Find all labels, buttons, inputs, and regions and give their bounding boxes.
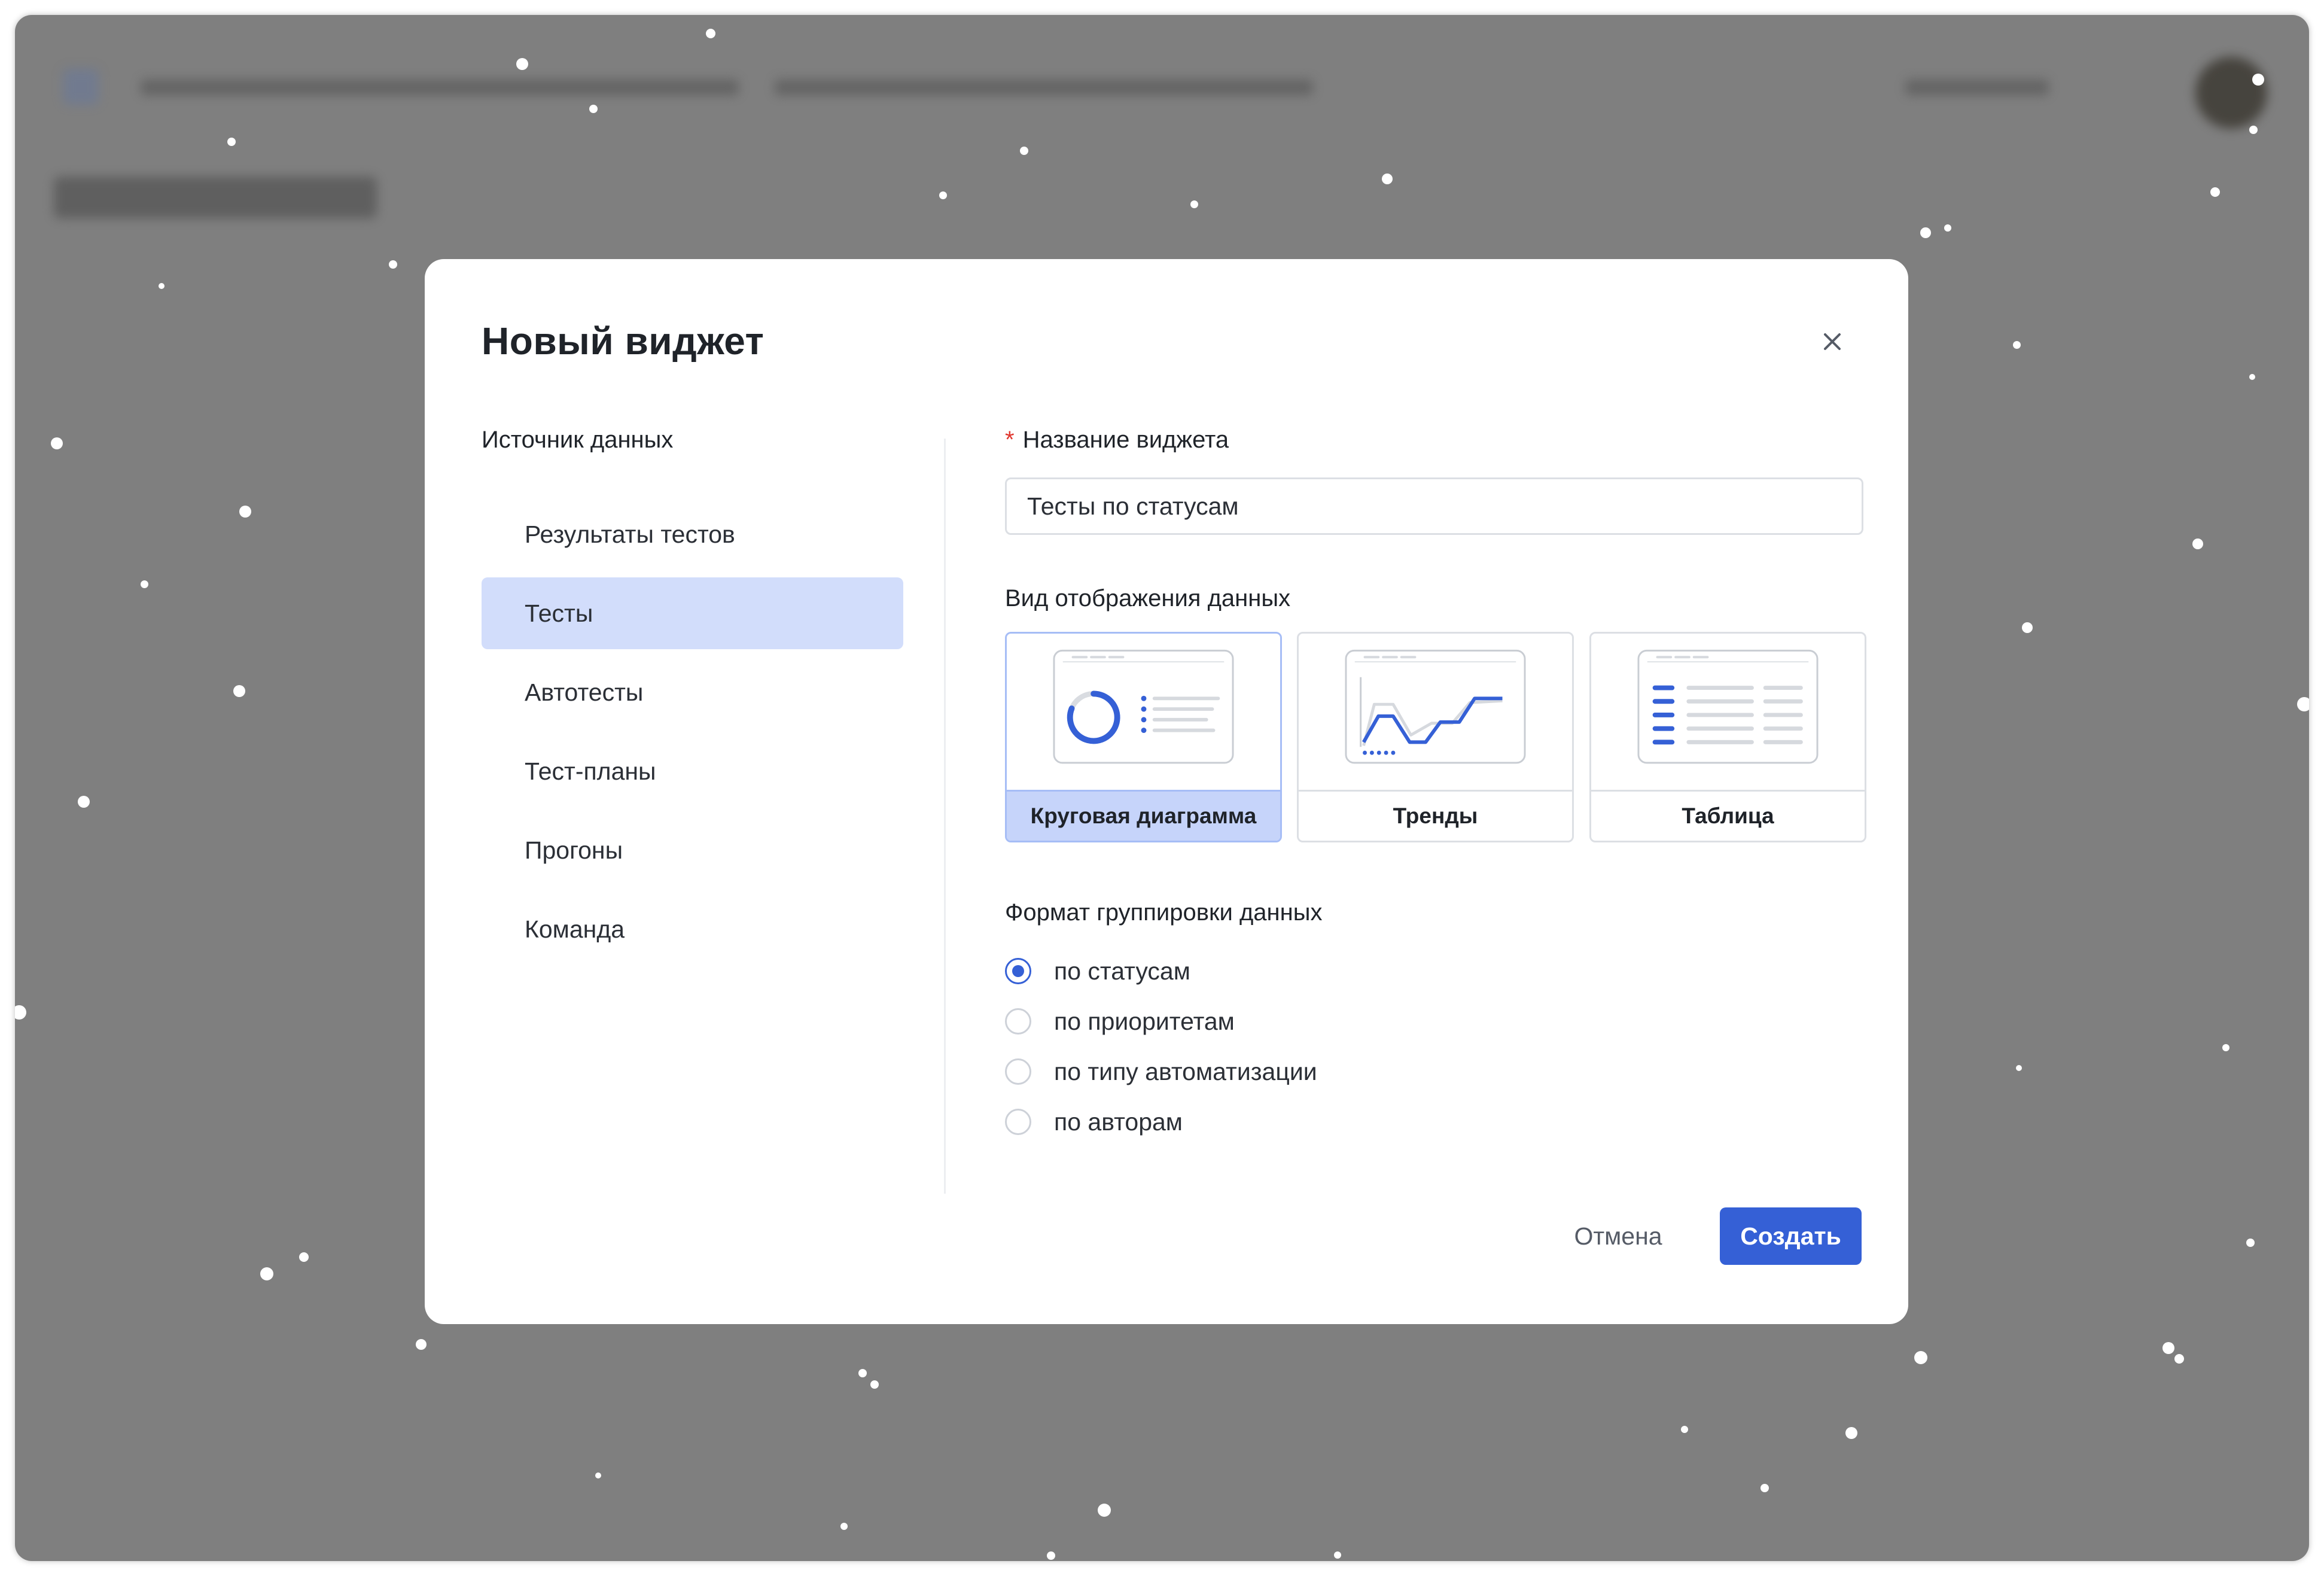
snowflake <box>2222 1044 2229 1051</box>
snowflake <box>595 1472 601 1478</box>
snowflake <box>1098 1504 1111 1517</box>
source-item-autotests[interactable]: Автотесты <box>482 656 903 728</box>
snowflake <box>858 1369 867 1377</box>
data-source-list: Результаты тестов Тесты Автотесты Тест-п… <box>482 498 903 972</box>
app-window: Новый виджет Источник данных Результаты … <box>15 15 2309 1561</box>
snowflake <box>706 29 715 38</box>
snowflake <box>1190 200 1198 208</box>
radio-label: по типу автоматизации <box>1054 1057 1317 1085</box>
grouping-by-author[interactable]: по авторам <box>1005 1097 1317 1147</box>
radio-button[interactable] <box>1005 958 1031 984</box>
snowflake <box>2249 126 2258 134</box>
pie-chart-icon <box>1053 649 1234 764</box>
dialog-title: Новый виджет <box>482 320 764 363</box>
snowflake <box>1334 1551 1341 1559</box>
widget-name-label-text: Название виджета <box>1022 427 1229 453</box>
snowflake <box>2297 697 2309 711</box>
close-button[interactable] <box>1816 325 1849 358</box>
grouping-format-label: Формат группировки данных <box>1005 899 1323 926</box>
snowflake <box>2016 1065 2022 1071</box>
close-icon <box>1824 333 1841 350</box>
source-item-test-results[interactable]: Результаты тестов <box>482 498 903 570</box>
view-card-trends[interactable]: Тренды <box>1297 632 1574 842</box>
snowflake <box>1920 227 1931 238</box>
snowflake <box>15 1005 26 1020</box>
source-item-tests[interactable]: Тесты <box>482 577 903 649</box>
create-button[interactable]: Создать <box>1720 1207 1862 1265</box>
snowflake <box>260 1267 273 1280</box>
snowflake <box>2246 1239 2255 1247</box>
radio-label: по авторам <box>1054 1108 1183 1136</box>
snowflake <box>233 685 245 697</box>
radio-button[interactable] <box>1005 1058 1031 1085</box>
cancel-button[interactable]: Отмена <box>1543 1207 1693 1265</box>
trend-chart-icon <box>1345 649 1526 764</box>
radio-button[interactable] <box>1005 1109 1031 1135</box>
snowflake <box>2162 1342 2174 1354</box>
display-type-options: Круговая диаграмма Тренды Таблица <box>1005 632 1866 844</box>
widget-settings-panel: * Название виджета Вид отображения данных <box>1005 427 1866 1136</box>
snowflake <box>2210 187 2220 197</box>
snowflake <box>2022 622 2033 633</box>
data-source-label: Источник данных <box>482 427 674 453</box>
snowflake <box>299 1252 309 1262</box>
snowflake <box>840 1523 848 1530</box>
grouping-options: по статусам по приоритетам по типу автом… <box>1005 946 1317 1147</box>
snowflake <box>1914 1351 1927 1364</box>
snowflake <box>870 1380 879 1389</box>
snowflake <box>1047 1551 1055 1560</box>
snowflake <box>239 506 251 518</box>
widget-name-label: * Название виджета <box>1005 427 1866 454</box>
snowflake <box>2174 1354 2184 1364</box>
snowflake <box>51 437 63 449</box>
radio-label: по статусам <box>1054 957 1190 985</box>
display-type-label: Вид отображения данных <box>1005 585 1291 611</box>
source-item-runs[interactable]: Прогоны <box>482 814 903 886</box>
grouping-by-priority[interactable]: по приоритетам <box>1005 996 1317 1046</box>
snowflake <box>516 58 528 70</box>
table-icon <box>1637 649 1819 764</box>
snowflake <box>2013 341 2021 349</box>
view-card-pie-chart[interactable]: Круговая диаграмма <box>1005 632 1282 842</box>
source-item-test-plans[interactable]: Тест-планы <box>482 735 903 807</box>
snowflake <box>2252 74 2264 86</box>
required-mark: * <box>1005 427 1015 453</box>
snowflake <box>416 1339 427 1350</box>
snowflake <box>227 138 236 146</box>
snowflake <box>141 580 148 588</box>
snowflake <box>1845 1427 1857 1439</box>
column-divider <box>944 439 946 1194</box>
snowflake <box>2192 538 2203 549</box>
snowflake <box>78 796 90 808</box>
snowflake <box>589 105 598 113</box>
grouping-by-status[interactable]: по статусам <box>1005 946 1317 996</box>
snowflake <box>2249 374 2255 380</box>
snowflake <box>939 191 947 199</box>
radio-label: по приоритетам <box>1054 1007 1235 1035</box>
view-card-label: Тренды <box>1299 790 1572 841</box>
view-card-label: Круговая диаграмма <box>1007 790 1280 841</box>
source-item-team[interactable]: Команда <box>482 893 903 965</box>
data-source-panel: Источник данных Результаты тестов Тесты … <box>482 427 903 943</box>
new-widget-dialog: Новый виджет Источник данных Результаты … <box>425 259 1908 1324</box>
view-card-table[interactable]: Таблица <box>1589 632 1866 842</box>
snowflake <box>1020 147 1028 155</box>
snowflake <box>1760 1484 1769 1492</box>
snowflake <box>1681 1426 1688 1433</box>
view-card-label: Таблица <box>1591 790 1865 841</box>
widget-name-input[interactable] <box>1005 477 1863 535</box>
snowflake <box>1382 174 1393 184</box>
snowflake <box>159 283 165 289</box>
radio-button[interactable] <box>1005 1008 1031 1035</box>
snowflake <box>1944 224 1951 232</box>
grouping-by-automation-type[interactable]: по типу автоматизации <box>1005 1046 1317 1097</box>
snowflake <box>389 260 397 269</box>
